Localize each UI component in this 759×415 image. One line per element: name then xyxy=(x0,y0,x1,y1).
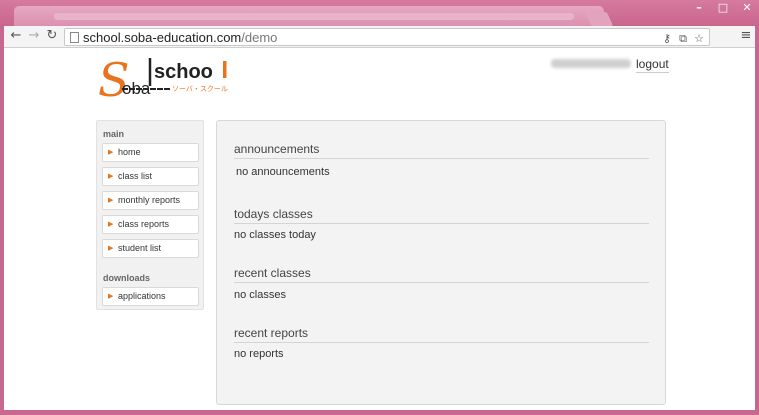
sidebar-section-main: main xyxy=(103,129,125,139)
section-title-recent-reports: recent reports xyxy=(234,326,649,343)
dashboard-panel: announcements no announcements todays cl… xyxy=(216,120,666,405)
section-body-todays-classes: no classes today xyxy=(234,229,316,241)
logo-l-bar xyxy=(223,61,227,78)
forward-arrow-icon[interactable]: → xyxy=(26,28,42,44)
sidebar-item-label: student list xyxy=(118,243,162,253)
sidebar-item-label: applications xyxy=(118,291,166,301)
bullet-arrow-icon: ▶ xyxy=(108,293,114,300)
address-bar[interactable]: school.soba-education.com/demo ⚷ ⧉ ☆ xyxy=(64,28,710,46)
section-body-recent-reports: no reports xyxy=(234,348,284,360)
username-blurred xyxy=(551,59,631,68)
sidebar-item-home[interactable]: ▶ home xyxy=(102,143,199,162)
tab-title-blurred xyxy=(54,13,574,20)
key-icon[interactable]: ⚷ xyxy=(661,31,673,47)
browser-toolbar: ← → ↻ school.soba-education.com/demo ⚷ ⧉… xyxy=(4,26,755,48)
section-body-recent-classes: no classes xyxy=(234,289,286,301)
sidebar-section-downloads: downloads xyxy=(103,273,150,283)
sidebar-item-class-list[interactable]: ▶ class list xyxy=(102,167,199,186)
star-icon[interactable]: ☆ xyxy=(693,31,705,47)
soba-school-logo[interactable]: S oba schoo ソーバ・スクール xyxy=(96,52,236,102)
maximize-icon[interactable]: □ xyxy=(717,2,729,14)
sidebar-item-label: home xyxy=(118,147,141,157)
bullet-arrow-icon: ▶ xyxy=(108,149,114,156)
window-titlebar: – □ ✕ xyxy=(0,0,759,26)
sidebar-item-label: monthly reports xyxy=(118,195,181,205)
browser-tab[interactable] xyxy=(14,6,604,26)
logo-tagline: ソーバ・スクール xyxy=(172,85,228,93)
minimize-icon[interactable]: – xyxy=(693,2,705,14)
section-body-announcements: no announcements xyxy=(236,166,330,178)
close-icon[interactable]: ✕ xyxy=(741,2,753,14)
bullet-arrow-icon: ▶ xyxy=(108,173,114,180)
logout-link[interactable]: logout xyxy=(636,57,669,73)
sidebar-item-monthly-reports[interactable]: ▶ monthly reports xyxy=(102,191,199,210)
section-title-todays-classes: todays classes xyxy=(234,207,649,224)
window-controls: – □ ✕ xyxy=(693,2,753,14)
sidebar-item-class-reports[interactable]: ▶ class reports xyxy=(102,215,199,234)
bullet-arrow-icon: ▶ xyxy=(108,245,114,252)
omnibox-icons: ⚷ ⧉ ☆ xyxy=(661,31,705,47)
page-icon xyxy=(70,32,79,43)
bullet-arrow-icon: ▶ xyxy=(108,221,114,228)
sidebar-item-applications[interactable]: ▶ applications xyxy=(102,287,199,306)
sidebar-item-student-list[interactable]: ▶ student list xyxy=(102,239,199,258)
sidebar-item-label: class reports xyxy=(118,219,170,229)
translate-icon[interactable]: ⧉ xyxy=(677,31,689,47)
address-url: school.soba-education.com/demo xyxy=(83,30,278,45)
bullet-arrow-icon: ▶ xyxy=(108,197,114,204)
menu-icon[interactable]: ≡ xyxy=(738,28,754,44)
sidebar: main ▶ home ▶ class list ▶ monthly repor… xyxy=(96,120,204,310)
page-viewport: S oba schoo ソーバ・スクール logout main ▶ home … xyxy=(4,48,755,410)
logo-school-text: schoo xyxy=(154,61,213,83)
reload-icon[interactable]: ↻ xyxy=(44,28,60,44)
sidebar-item-label: class list xyxy=(118,171,153,181)
back-arrow-icon[interactable]: ← xyxy=(8,28,24,44)
section-title-recent-classes: recent classes xyxy=(234,266,649,283)
section-title-announcements: announcements xyxy=(234,142,649,159)
